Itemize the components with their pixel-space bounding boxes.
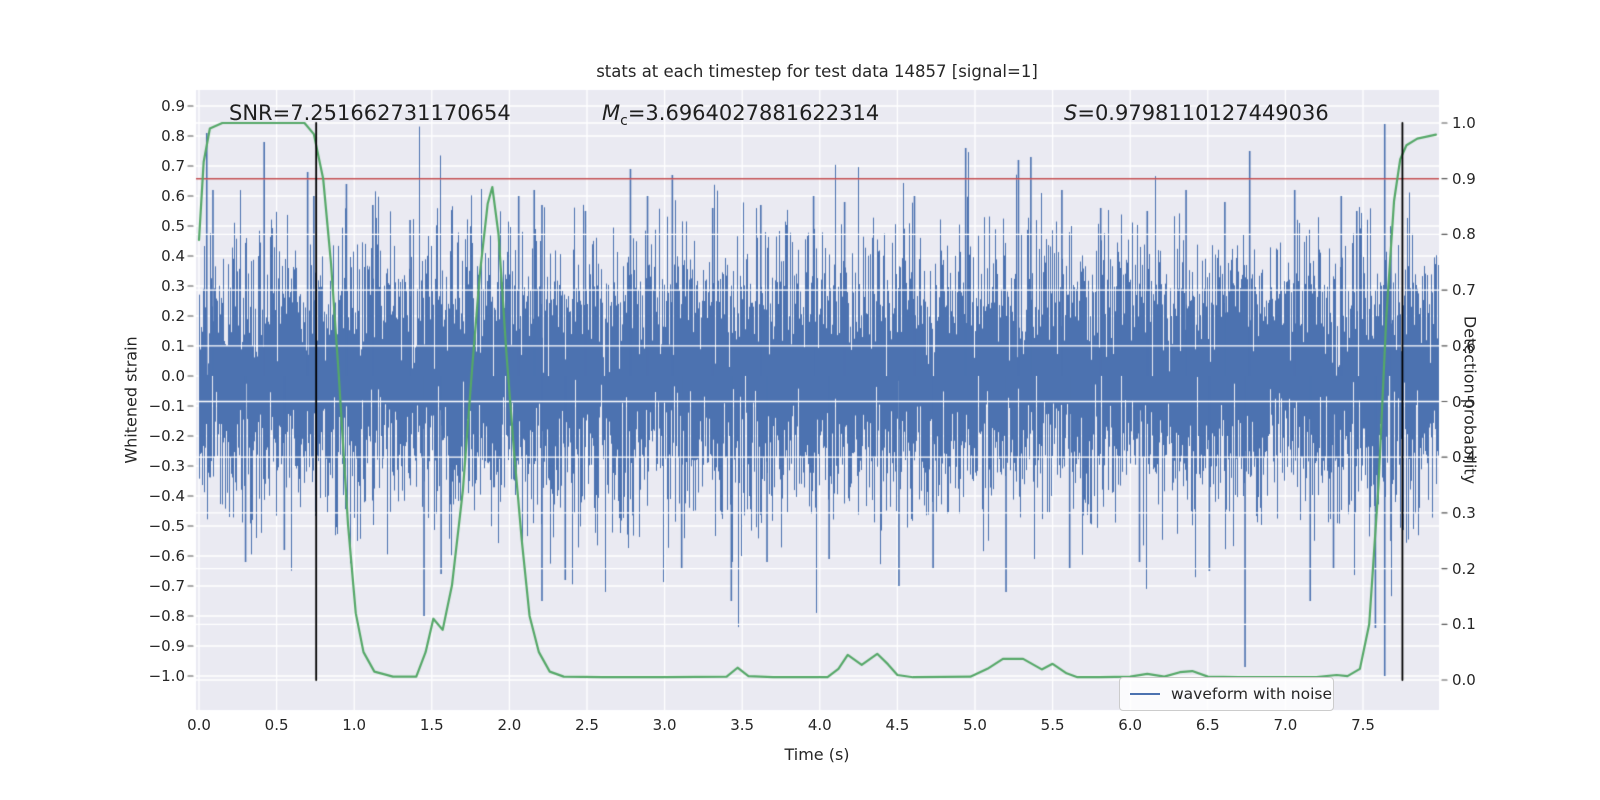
x-tick-label: 6.5	[1195, 716, 1220, 734]
y-tick-label-left: 0.5	[161, 217, 185, 235]
x-axis-label: Time (s)	[784, 745, 850, 764]
annotation-snr: SNR=7.251662731170654	[229, 101, 511, 125]
annotation-mc-value: =3.6964027881622314	[627, 101, 880, 125]
y-tick-label-right: 0.4	[1452, 448, 1476, 467]
x-tick-label: 0.0	[187, 716, 211, 734]
figure: stats at each timestep for test data 148…	[0, 0, 1600, 800]
x-tick-label: 1.0	[342, 716, 367, 734]
x-tick-label: 2.5	[575, 716, 599, 734]
x-tick-label: 1.5	[419, 716, 444, 734]
chart-title: stats at each timestep for test data 148…	[596, 62, 1038, 81]
y-tick-label-left: −0.7	[148, 577, 185, 595]
x-tick-label: 7.5	[1351, 716, 1375, 734]
y-tick-label-right: 0.9	[1452, 169, 1476, 188]
y-tick-label-right: 0.7	[1452, 281, 1476, 300]
y-tick-label-right: 0.3	[1452, 503, 1476, 522]
y-tick-label-right: 0.6	[1452, 336, 1476, 355]
y-tick-label-right: 1.0	[1452, 114, 1476, 132]
y-tick-label-left: −0.5	[148, 517, 185, 535]
x-tick-label: 6.0	[1118, 716, 1143, 734]
y-tick-label-left: 0.1	[161, 337, 185, 355]
x-tick-label: 3.5	[730, 716, 755, 734]
x-tick-label: 3.0	[652, 716, 677, 734]
annotation-chirp-mass: Mc=3.6964027881622314	[602, 101, 879, 129]
y-tick-label-left: −0.1	[148, 397, 185, 415]
annotation-s-value: =0.9798110127449036	[1077, 101, 1329, 125]
y-tick-label-right: 0.8	[1452, 225, 1476, 244]
y-tick-label-left: −0.4	[148, 487, 185, 505]
x-tick-label: 5.0	[963, 716, 987, 734]
x-tick-label: 2.0	[497, 716, 522, 734]
y-tick-label-left: −0.8	[148, 607, 185, 625]
annotation-mc-var: M	[602, 101, 621, 125]
legend-line-sample	[1130, 692, 1160, 696]
y-tick-label-left: −0.6	[148, 547, 185, 565]
x-tick-label: 4.5	[885, 716, 910, 734]
annotation-snr-text: SNR=7.251662731170654	[229, 101, 511, 125]
legend: waveform with noise	[1119, 677, 1334, 711]
y-tick-label-left: 0.9	[161, 97, 185, 115]
y-tick-label-left: 0.3	[161, 277, 185, 295]
annotation-mc-subscript: c	[620, 113, 628, 130]
y-tick-label-left: 0.0	[161, 367, 185, 385]
y-tick-label-left: −1.0	[148, 667, 185, 685]
x-tick-label: 0.5	[264, 716, 289, 734]
y-tick-label-left: 0.8	[161, 127, 185, 145]
x-tick-label: 4.0	[807, 716, 832, 734]
y-tick-label-left: −0.9	[148, 637, 185, 655]
y-tick-label-left: 0.6	[161, 187, 185, 205]
y-tick-label-left: 0.2	[161, 307, 185, 325]
y-tick-label-right: 0.5	[1452, 392, 1476, 411]
annotation-significance: S=0.9798110127449036	[1064, 101, 1329, 125]
annotation-s-var: S	[1064, 101, 1078, 125]
y-tick-label-left: −0.2	[148, 427, 185, 445]
y-tick-label-left: −0.3	[148, 457, 185, 475]
y-tick-label-left: 0.7	[161, 157, 185, 175]
y-tick-label-right: 0.1	[1452, 615, 1476, 634]
y-tick-label-left: 0.4	[161, 247, 185, 265]
x-tick-label: 5.5	[1040, 716, 1065, 734]
legend-label: waveform with noise	[1171, 685, 1332, 703]
y-tick-label-right: 0.2	[1452, 559, 1476, 578]
y-tick-label-right: 0.0	[1452, 671, 1476, 689]
x-tick-label: 7.0	[1273, 716, 1298, 734]
